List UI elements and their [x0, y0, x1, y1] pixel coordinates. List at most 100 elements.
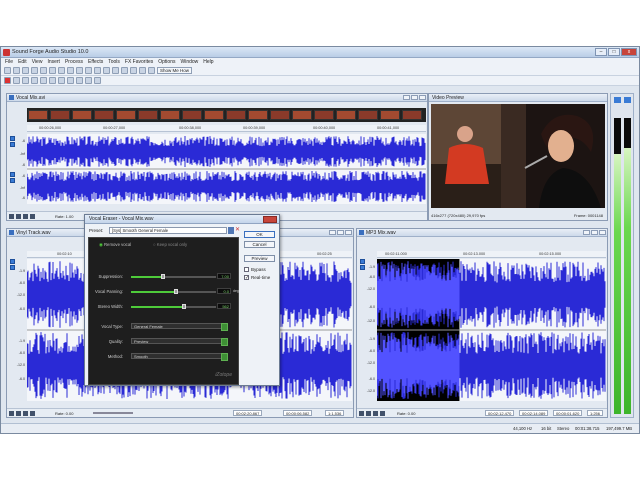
video-thumbnail — [292, 110, 312, 120]
menu-fx-favorites[interactable]: FX Favorites — [125, 59, 153, 65]
menu-tools[interactable]: Tools — [108, 59, 120, 65]
loop-icon[interactable] — [380, 410, 385, 416]
waveform-display[interactable] — [377, 259, 606, 401]
close-button[interactable]: x — [621, 48, 637, 56]
remove-vocal-radio[interactable]: ◉ Remove vocal — [99, 242, 131, 248]
cancel-button[interactable]: Cancel — [244, 241, 275, 248]
dialog-close-button[interactable] — [263, 216, 277, 223]
video-thumbnail — [160, 110, 180, 120]
undo-icon[interactable] — [94, 67, 101, 74]
time-ruler[interactable]: 00:02:11.000 00:02:13.000 00:02:15.000 — [377, 251, 606, 258]
video-thumbnail — [270, 110, 290, 120]
status-bar: 44,100 Hz 16 bit Stereo 00:01:38.715 197… — [1, 423, 639, 433]
go-to-start-icon[interactable] — [9, 410, 14, 416]
select-dropdown[interactable]: General Female — [131, 323, 228, 331]
show-me-how-button[interactable]: Show Me How — [157, 67, 193, 74]
play-icon[interactable] — [16, 410, 21, 416]
forward-icon[interactable] — [76, 77, 83, 84]
zoom-ratio: 1:256 — [587, 410, 604, 416]
ok-button[interactable]: OK — [244, 231, 275, 238]
save-as-icon[interactable] — [31, 67, 38, 74]
preset-dropdown[interactable]: [Sys] Smooth General Female — [109, 227, 227, 234]
render-icon[interactable] — [40, 67, 47, 74]
keep-vocal-radio[interactable]: ○ Keep vocal only — [153, 242, 187, 247]
minimize-button[interactable]: – — [595, 48, 607, 56]
select-dropdown[interactable]: Preview — [131, 338, 228, 346]
redo-icon[interactable] — [103, 67, 110, 74]
paste-icon[interactable] — [67, 67, 74, 74]
play-icon[interactable] — [366, 410, 371, 416]
go-to-start-icon[interactable] — [58, 77, 65, 84]
menu-window[interactable]: Window — [180, 59, 198, 65]
pause-icon[interactable] — [40, 77, 47, 84]
play-all-icon[interactable] — [22, 77, 29, 84]
menu-insert[interactable]: Insert — [47, 59, 60, 65]
record-icon[interactable] — [4, 77, 11, 84]
window-maximize-button[interactable] — [337, 230, 344, 235]
play-icon[interactable] — [16, 213, 21, 219]
window-minimize-button[interactable] — [329, 230, 336, 235]
cut-icon[interactable] — [49, 67, 56, 74]
stop-icon[interactable] — [23, 410, 28, 416]
slider-handle[interactable] — [182, 304, 186, 309]
mix-icon[interactable] — [76, 67, 83, 74]
trim-icon[interactable] — [85, 67, 92, 74]
window-maximize-button[interactable] — [411, 95, 418, 100]
go-to-start-icon[interactable] — [359, 410, 364, 416]
menu-file[interactable]: File — [5, 59, 13, 65]
scrub-icon[interactable] — [94, 77, 101, 84]
window-close-button[interactable] — [345, 230, 352, 235]
stop-icon[interactable] — [23, 213, 28, 219]
menu-edit[interactable]: Edit — [18, 59, 27, 65]
open-icon[interactable] — [13, 67, 20, 74]
pencil-tool-icon[interactable] — [139, 67, 146, 74]
slider-handle[interactable] — [173, 289, 178, 294]
meter-options-button[interactable] — [614, 97, 621, 103]
new-icon[interactable] — [4, 67, 11, 74]
loop-icon[interactable] — [30, 410, 35, 416]
go-to-end-icon[interactable] — [85, 77, 92, 84]
edit-tool-icon[interactable] — [121, 67, 128, 74]
menu-help[interactable]: Help — [203, 59, 213, 65]
slider-value[interactable]: 562 — [217, 303, 231, 309]
slider-handle[interactable] — [160, 274, 165, 279]
save-preset-icon[interactable] — [228, 227, 234, 234]
window-minimize-button[interactable] — [583, 230, 590, 235]
slider-track[interactable] — [131, 304, 216, 309]
window-close-button[interactable] — [599, 230, 606, 235]
save-icon[interactable] — [22, 67, 29, 74]
menu-view[interactable]: View — [32, 59, 43, 65]
delete-preset-icon[interactable]: ✕ — [235, 227, 241, 234]
menu-process[interactable]: Process — [65, 59, 83, 65]
slider-track[interactable] — [131, 274, 216, 279]
play-icon[interactable] — [31, 77, 38, 84]
maximize-button[interactable]: □ — [608, 48, 620, 56]
select-dropdown[interactable]: Smooth — [131, 353, 228, 361]
rewind-icon[interactable] — [67, 77, 74, 84]
meter-reset-button[interactable] — [624, 97, 631, 103]
copy-icon[interactable] — [58, 67, 65, 74]
repeat-icon[interactable] — [112, 67, 119, 74]
rate-slider[interactable] — [93, 412, 134, 414]
window-close-button[interactable] — [419, 95, 426, 100]
menu-effects[interactable]: Effects — [88, 59, 103, 65]
magnify-tool-icon[interactable] — [130, 67, 137, 74]
stop-icon[interactable] — [49, 77, 56, 84]
window-minimize-button[interactable] — [403, 95, 410, 100]
window-maximize-button[interactable] — [591, 230, 598, 235]
go-to-start-icon[interactable] — [9, 213, 14, 219]
stop-icon[interactable] — [373, 410, 378, 416]
help-icon[interactable] — [148, 67, 155, 74]
time-ruler[interactable]: 00:00:26,000 00:00:27,000 00:00:38,000 0… — [27, 125, 426, 132]
loop-icon[interactable] — [30, 213, 35, 219]
realtime-checkbox[interactable]: ✓ Real-time — [244, 275, 270, 281]
slider-value[interactable]: 0.0 — [217, 288, 231, 294]
slider-track[interactable] — [131, 289, 216, 294]
menu-options[interactable]: Options — [158, 59, 175, 65]
waveform-display[interactable] — [27, 134, 426, 204]
slider-value[interactable]: 7.00 — [217, 273, 231, 279]
video-thumbnail-strip[interactable] — [27, 108, 426, 122]
loop-icon[interactable] — [13, 77, 20, 84]
preview-button[interactable]: Preview — [244, 255, 275, 262]
bypass-checkbox[interactable]: Bypass — [244, 267, 266, 272]
